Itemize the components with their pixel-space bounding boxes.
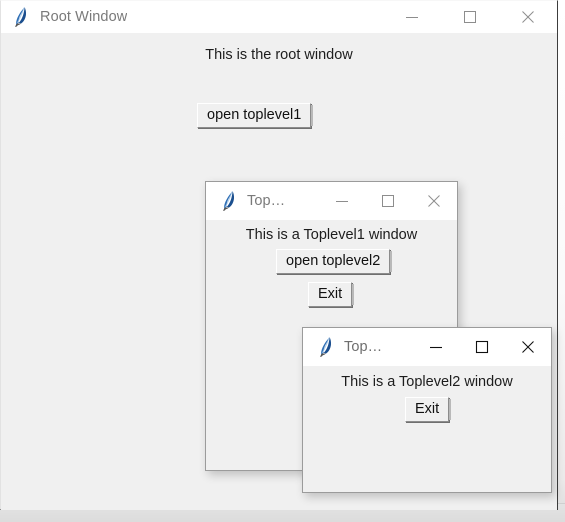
toplevel2-maximize-button[interactable] bbox=[459, 328, 505, 366]
root-minimize-button[interactable] bbox=[383, 1, 441, 33]
close-icon bbox=[428, 195, 440, 207]
close-icon bbox=[522, 11, 534, 23]
toplevel2-exit-label: Exit bbox=[415, 401, 440, 417]
root-window-title: Root Window bbox=[40, 9, 128, 25]
open-toplevel1-label: open toplevel1 bbox=[207, 107, 302, 123]
toplevel2-minimize-button[interactable] bbox=[413, 328, 459, 366]
open-toplevel2-button[interactable]: open toplevel2 bbox=[276, 249, 393, 274]
maximize-icon bbox=[382, 195, 394, 207]
maximize-icon bbox=[475, 340, 489, 354]
root-window-controls bbox=[383, 1, 557, 33]
root-close-button[interactable] bbox=[499, 1, 557, 33]
tk-feather-icon bbox=[15, 7, 27, 27]
focus-indicator bbox=[449, 399, 452, 420]
close-icon bbox=[522, 341, 534, 353]
toplevel2-close-button[interactable] bbox=[505, 328, 551, 366]
root-window-message: This is the root window bbox=[205, 47, 353, 63]
toplevel1-title: Top… bbox=[247, 193, 286, 209]
toplevel2-message: This is a Toplevel2 window bbox=[341, 374, 513, 390]
minimize-icon bbox=[406, 17, 418, 18]
focus-indicator bbox=[390, 251, 393, 272]
toplevel1-message: This is a Toplevel1 window bbox=[245, 227, 418, 243]
toplevel1-exit-label: Exit bbox=[318, 286, 343, 302]
minimize-icon bbox=[430, 346, 442, 349]
tk-feather-icon bbox=[320, 337, 332, 357]
toplevel1-maximize-button[interactable] bbox=[365, 182, 411, 220]
open-toplevel2-label: open toplevel2 bbox=[286, 253, 381, 269]
toplevel2-window[interactable]: Top… This is a Toplevel2 window Exit bbox=[302, 327, 552, 493]
root-maximize-button[interactable] bbox=[441, 1, 499, 33]
focus-indicator bbox=[352, 284, 355, 305]
toplevel2-controls bbox=[413, 328, 551, 366]
toplevel1-controls bbox=[319, 182, 457, 220]
root-window-titlebar[interactable]: Root Window bbox=[1, 1, 557, 33]
maximize-icon bbox=[464, 11, 476, 23]
toplevel1-close-button[interactable] bbox=[411, 182, 457, 220]
tk-feather-icon bbox=[223, 191, 235, 211]
focus-indicator bbox=[311, 105, 314, 126]
toplevel1-exit-button[interactable]: Exit bbox=[308, 282, 355, 307]
toplevel2-exit-button[interactable]: Exit bbox=[405, 397, 452, 422]
toplevel1-titlebar[interactable]: Top… bbox=[206, 182, 457, 220]
toplevel1-minimize-button[interactable] bbox=[319, 182, 365, 220]
minimize-icon bbox=[336, 201, 348, 202]
toplevel2-titlebar[interactable]: Top… bbox=[303, 328, 551, 366]
toplevel2-title: Top… bbox=[344, 339, 383, 355]
toplevel2-client-area: This is a Toplevel2 window Exit bbox=[303, 366, 551, 492]
open-toplevel1-button[interactable]: open toplevel1 bbox=[197, 103, 314, 128]
